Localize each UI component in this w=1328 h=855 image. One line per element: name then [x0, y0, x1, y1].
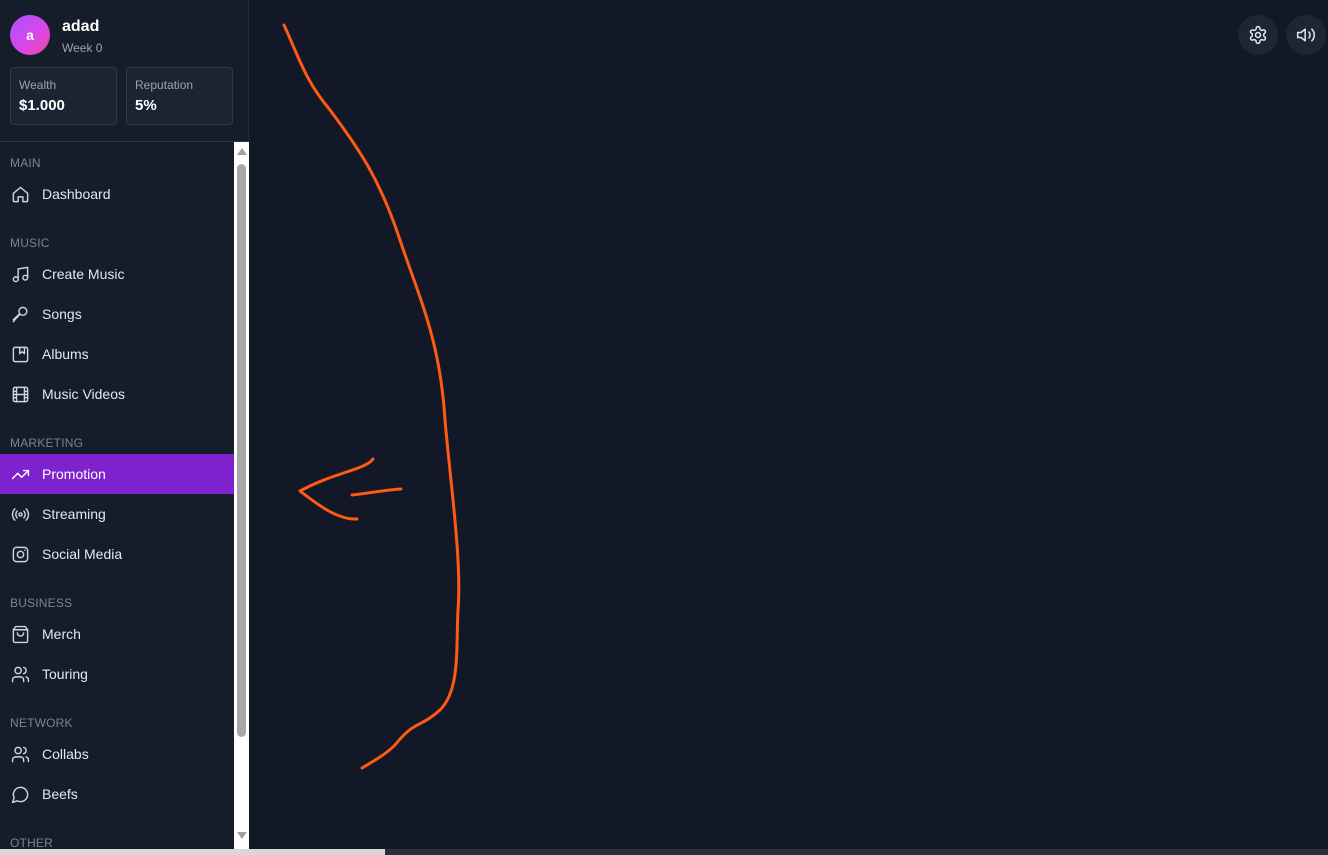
section-main: MAIN: [10, 156, 41, 170]
sidebar-item-music-videos[interactable]: Music Videos: [0, 374, 234, 414]
sidebar-item-label: Songs: [42, 306, 82, 322]
app-root: a adad Week 0 Wealth $1.000 Reputation 5…: [0, 0, 1328, 855]
users-icon: [10, 744, 30, 764]
bottom-strip-light: [0, 849, 385, 855]
reputation-value: 5%: [135, 97, 157, 114]
scroll-down-arrow-icon[interactable]: [237, 832, 247, 839]
home-icon: [10, 184, 30, 204]
sidebar-item-albums[interactable]: Albums: [0, 334, 234, 374]
sidebar-item-label: Dashboard: [42, 186, 111, 202]
sidebar-item-merch[interactable]: Merch: [0, 614, 234, 654]
microphone-icon: [10, 304, 30, 324]
sidebar-item-create-music[interactable]: Create Music: [0, 254, 234, 294]
sidebar-scrollbar[interactable]: [234, 142, 249, 855]
sidebar-item-songs[interactable]: Songs: [0, 294, 234, 334]
week-label: Week 0: [62, 41, 103, 55]
sidebar-item-label: Albums: [42, 346, 89, 362]
sidebar-item-label: Create Music: [42, 266, 125, 282]
username: adad: [62, 18, 100, 35]
volume-icon: [1296, 25, 1316, 45]
sidebar-item-dashboard[interactable]: Dashboard: [0, 174, 234, 214]
sidebar-item-social-media[interactable]: Social Media: [0, 534, 234, 574]
section-business: BUSINESS: [10, 596, 73, 610]
instagram-icon: [10, 544, 30, 564]
avatar[interactable]: a: [10, 15, 50, 55]
section-other: OTHER: [10, 836, 53, 850]
sound-button[interactable]: [1286, 15, 1326, 55]
trending-up-icon: [10, 464, 30, 484]
bottom-taskbar-strip: [0, 849, 1328, 855]
gear-icon: [1248, 25, 1268, 45]
sidebar-item-streaming[interactable]: Streaming: [0, 494, 234, 534]
sidebar-nav: MAIN Dashboard MUSIC Create Music Songs: [0, 142, 234, 855]
scroll-thumb[interactable]: [237, 164, 246, 737]
sidebar-item-label: Merch: [42, 626, 81, 642]
sidebar-item-collabs[interactable]: Collabs: [0, 734, 234, 774]
wealth-label: Wealth: [19, 78, 57, 92]
sidebar-item-beefs[interactable]: Beefs: [0, 774, 234, 814]
users-icon: [10, 664, 30, 684]
section-marketing: MARKETING: [10, 436, 84, 450]
profile-panel: a adad Week 0 Wealth $1.000 Reputation 5…: [0, 0, 249, 142]
film-icon: [10, 384, 30, 404]
reputation-label: Reputation: [135, 78, 194, 92]
scroll-up-arrow-icon[interactable]: [237, 148, 247, 155]
section-network: NETWORK: [10, 716, 73, 730]
sidebar: a adad Week 0 Wealth $1.000 Reputation 5…: [0, 0, 249, 855]
sidebar-item-touring[interactable]: Touring: [0, 654, 234, 694]
sidebar-item-label: Collabs: [42, 746, 89, 762]
radio-icon: [10, 504, 30, 524]
section-music: MUSIC: [10, 236, 50, 250]
reputation-card: Reputation 5%: [126, 67, 233, 125]
sidebar-item-label: Music Videos: [42, 386, 126, 402]
settings-button[interactable]: [1238, 15, 1278, 55]
sidebar-item-promotion[interactable]: Promotion: [0, 454, 234, 494]
wealth-value: $1.000: [19, 97, 65, 114]
music-note-icon: [10, 264, 30, 284]
sidebar-item-label: Social Media: [42, 546, 123, 562]
main-content: [250, 0, 1328, 855]
album-icon: [10, 344, 30, 364]
sidebar-item-label: Promotion: [42, 466, 106, 482]
sidebar-item-label: Beefs: [42, 786, 78, 802]
sidebar-item-label: Touring: [42, 666, 88, 682]
sidebar-item-label: Streaming: [42, 506, 106, 522]
chat-bubble-icon: [10, 784, 30, 804]
wealth-card: Wealth $1.000: [10, 67, 117, 125]
shopping-bag-icon: [10, 624, 30, 644]
